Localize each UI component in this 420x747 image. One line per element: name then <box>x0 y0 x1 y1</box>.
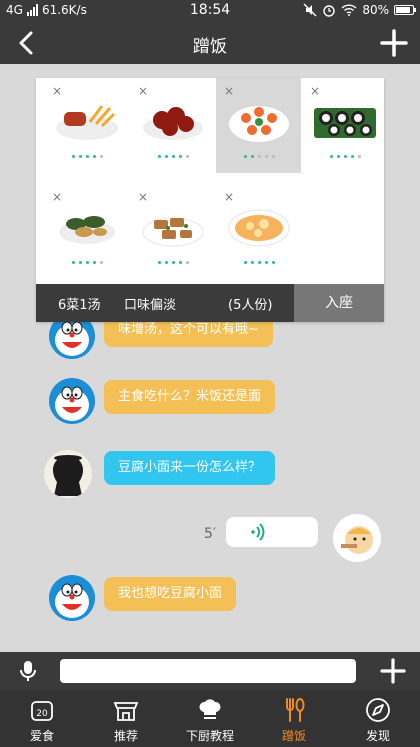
calendar-20-icon: 20 <box>31 701 53 721</box>
doraemon-icon <box>49 575 95 621</box>
tab-recommend[interactable]: 推荐 <box>84 690 168 747</box>
tab-aishi[interactable]: 20 爱食 <box>0 690 84 747</box>
dish-item[interactable]: × <box>130 78 215 173</box>
rating-dots <box>72 155 103 158</box>
cartoon-boy-icon <box>334 515 380 561</box>
message-bubble[interactable]: 我也想吃豆腐小面 <box>104 577 237 611</box>
avatar-doraemon[interactable] <box>48 574 96 622</box>
dish-item-selected[interactable]: × <box>216 78 301 173</box>
braised-pork-icon <box>143 107 203 140</box>
add-attachment-icon[interactable] <box>380 658 406 684</box>
wifi-icon <box>341 4 357 16</box>
tab-cooking-tutorial[interactable]: 下厨教程 <box>168 690 252 747</box>
svg-text:20: 20 <box>36 709 48 719</box>
tab-cengfan[interactable]: 蹭饭 <box>252 690 336 747</box>
doraemon-icon <box>49 378 95 424</box>
dish-menu-card: × × × × × × × 6菜1汤 口味偏淡 (5人份) 入座 <box>36 78 384 322</box>
voice-duration: 5′ <box>204 526 217 542</box>
message-input-bar <box>0 652 420 690</box>
dish-item[interactable]: × <box>216 184 301 279</box>
stir-fry-vegetables-icon <box>59 216 115 244</box>
fork-spoon-icon <box>286 698 305 722</box>
rating-dots <box>244 261 275 264</box>
tab-label: 爱食 <box>29 729 54 743</box>
title-bar: 蹭饭 <box>0 22 420 64</box>
avatar-doraemon[interactable] <box>48 377 96 425</box>
sausage-fries-icon <box>56 105 118 140</box>
message-bubble[interactable]: 豆腐小面来一份怎么样？ <box>104 451 276 485</box>
tab-label: 发现 <box>365 729 390 743</box>
rating-dots <box>330 155 361 158</box>
tab-discover[interactable]: 发现 <box>336 690 420 747</box>
battery-icon <box>394 5 416 15</box>
menu-summary-bar: 6菜1汤 口味偏淡 (5人份) 入座 <box>36 284 384 322</box>
rating-dots <box>158 155 189 158</box>
shrimp-platter-icon <box>229 106 289 142</box>
dish-item[interactable]: × <box>302 78 387 173</box>
alarm-icon <box>323 5 336 17</box>
voice-message-bubble[interactable] <box>226 517 318 547</box>
battery-level: 80% <box>362 3 389 17</box>
tab-label: 蹭饭 <box>281 729 306 743</box>
rating-dots <box>158 261 189 264</box>
dish-item[interactable]: × <box>130 184 215 279</box>
woman-silhouette-icon <box>53 455 83 496</box>
taste-preference: 口味偏淡 <box>124 298 177 313</box>
stir-fry-meat-icon <box>142 217 204 247</box>
chef-hat-icon <box>199 699 221 719</box>
mute-icon <box>303 3 317 17</box>
rating-dots <box>72 261 103 264</box>
message-input[interactable] <box>60 659 356 683</box>
bottom-tab-bar: 20 爱食 推荐 下厨教程 蹭饭 发现 <box>0 690 420 747</box>
dish-count: 6菜1汤 <box>58 298 101 313</box>
tab-label: 下厨教程 <box>185 729 234 743</box>
add-button[interactable] <box>378 27 410 59</box>
avatar-self[interactable] <box>333 514 381 562</box>
avatar-user[interactable] <box>44 450 92 498</box>
shop-icon <box>113 702 139 721</box>
compass-icon <box>366 698 390 722</box>
dish-item[interactable]: × <box>44 184 129 279</box>
microphone-icon[interactable] <box>16 659 40 683</box>
sushi-roll-icon <box>314 108 376 138</box>
voice-wave-icon <box>251 523 265 541</box>
message-bubble[interactable]: 主食吃什么？米饭还是面 <box>104 380 276 414</box>
page-title: 蹭饭 <box>193 37 227 57</box>
tab-label: 推荐 <box>113 729 138 743</box>
status-bar: 4G 61.6K/s 18:54 80% <box>0 0 420 22</box>
rating-dots <box>244 155 275 158</box>
dish-item[interactable]: × <box>44 78 129 173</box>
serving-size: (5人份) <box>228 298 273 313</box>
egg-soup-icon <box>228 209 290 247</box>
take-seat-button[interactable]: 入座 <box>294 284 384 322</box>
